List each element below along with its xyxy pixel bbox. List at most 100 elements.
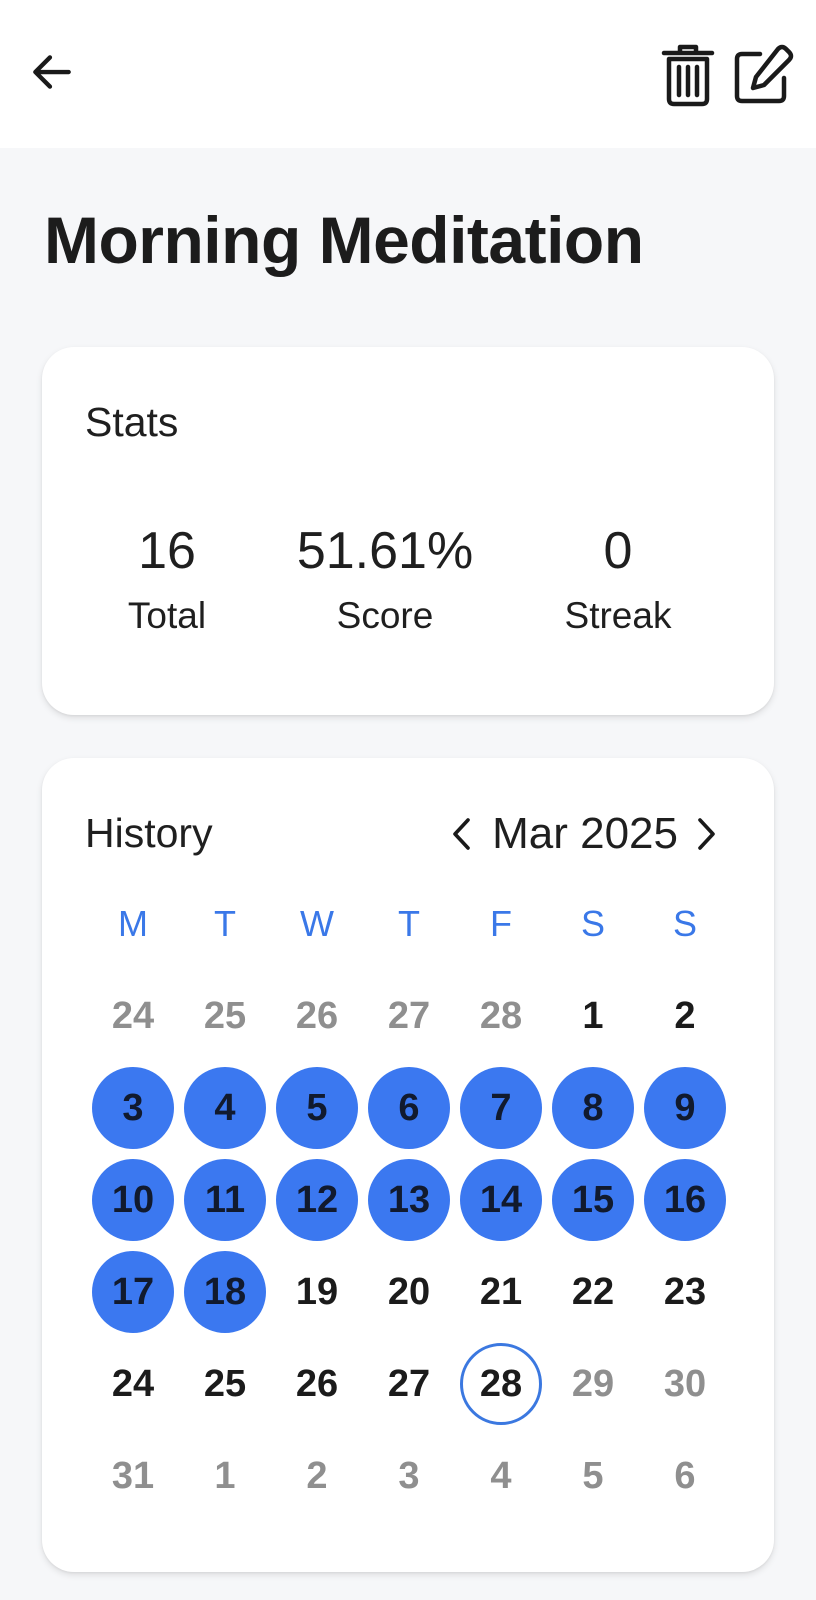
back-button[interactable] xyxy=(20,40,84,104)
calendar-cell: 6 xyxy=(639,1430,731,1522)
stat-total: 16 Total xyxy=(47,519,287,639)
calendar-day-outside[interactable]: 24 xyxy=(92,975,174,1057)
calendar-day[interactable]: 20 xyxy=(368,1251,450,1333)
calendar-day[interactable]: 21 xyxy=(460,1251,542,1333)
calendar-day-completed[interactable]: 6 xyxy=(368,1067,450,1149)
calendar-cell: 21 xyxy=(455,1246,547,1338)
weekday-label: S xyxy=(580,903,605,944)
stats-title: Stats xyxy=(85,399,179,445)
calendar-cell: 4 xyxy=(455,1430,547,1522)
weekday-label: S xyxy=(672,903,697,944)
calendar-day[interactable]: 24 xyxy=(92,1343,174,1425)
stat-score: 51.61% Score xyxy=(265,519,505,639)
weekday-label: W xyxy=(300,903,334,944)
delete-button[interactable] xyxy=(656,40,720,110)
calendar-day[interactable]: 27 xyxy=(368,1343,450,1425)
calendar-cell: 1 xyxy=(547,970,639,1062)
chevron-left-icon xyxy=(453,818,470,850)
calendar-cell: 9 xyxy=(639,1062,731,1154)
calendar-cell: 10 xyxy=(87,1154,179,1246)
calendar-day[interactable]: 2 xyxy=(644,975,726,1057)
calendar-day-outside[interactable]: 3 xyxy=(368,1435,450,1517)
calendar-day-completed[interactable]: 5 xyxy=(276,1067,358,1149)
calendar-cell: 28 xyxy=(455,1338,547,1430)
edit-button[interactable] xyxy=(728,40,798,110)
month-label: Mar 2025 xyxy=(492,809,678,858)
calendar-day-completed[interactable]: 18 xyxy=(184,1251,266,1333)
calendar-cell: 12 xyxy=(271,1154,363,1246)
calendar-cell: 1 xyxy=(179,1430,271,1522)
weekday-label: T xyxy=(398,903,420,944)
calendar-day[interactable]: 22 xyxy=(552,1251,634,1333)
weekday-label: T xyxy=(214,903,236,944)
weekday-label: F xyxy=(490,903,512,944)
calendar-day-completed[interactable]: 8 xyxy=(552,1067,634,1149)
stat-value: 51.61% xyxy=(296,522,474,580)
weekday-label: M xyxy=(118,903,148,944)
month-navigator: Mar 2025 xyxy=(444,806,724,862)
calendar-day-outside[interactable]: 26 xyxy=(276,975,358,1057)
calendar-day-outside[interactable]: 30 xyxy=(644,1343,726,1425)
stats-card: Stats 16 Total 51.61% Score 0 Streak xyxy=(42,347,774,715)
calendar-day-outside[interactable]: 29 xyxy=(552,1343,634,1425)
calendar-cell: 11 xyxy=(179,1154,271,1246)
calendar-day-completed[interactable]: 17 xyxy=(92,1251,174,1333)
calendar-week-row: 10 11 12 13 14 15 16 xyxy=(87,1154,731,1246)
calendar-cell: 13 xyxy=(363,1154,455,1246)
calendar-day-completed[interactable]: 10 xyxy=(92,1159,174,1241)
calendar-day-today[interactable]: 28 xyxy=(460,1343,542,1425)
edit-icon xyxy=(734,44,794,104)
calendar-cell: 30 xyxy=(639,1338,731,1430)
calendar-cell: 29 xyxy=(547,1338,639,1430)
calendar-day-outside[interactable]: 25 xyxy=(184,975,266,1057)
calendar-cell: 31 xyxy=(87,1430,179,1522)
stat-value: 16 xyxy=(138,522,196,580)
stat-label: Streak xyxy=(564,595,672,636)
calendar-day[interactable]: 1 xyxy=(552,975,634,1057)
stat-label: Total xyxy=(127,595,207,636)
calendar-cell: 27 xyxy=(363,1338,455,1430)
calendar-cell: 5 xyxy=(271,1062,363,1154)
calendar-day[interactable]: 19 xyxy=(276,1251,358,1333)
calendar-day-completed[interactable]: 9 xyxy=(644,1067,726,1149)
calendar-cell: 14 xyxy=(455,1154,547,1246)
calendar-day[interactable]: 25 xyxy=(184,1343,266,1425)
calendar-day-outside[interactable]: 6 xyxy=(644,1435,726,1517)
calendar-cell: 15 xyxy=(547,1154,639,1246)
calendar-day-completed[interactable]: 7 xyxy=(460,1067,542,1149)
calendar-cell: 23 xyxy=(639,1246,731,1338)
calendar-day-completed[interactable]: 12 xyxy=(276,1159,358,1241)
calendar-day-outside[interactable]: 2 xyxy=(276,1435,358,1517)
calendar-day-outside[interactable]: 5 xyxy=(552,1435,634,1517)
calendar-cell: 25 xyxy=(179,1338,271,1430)
calendar-week-row: 17 18 19 20 21 22 23 xyxy=(87,1246,731,1338)
calendar-day[interactable]: 26 xyxy=(276,1343,358,1425)
arrow-left-icon xyxy=(33,55,71,89)
calendar-day-outside[interactable]: 4 xyxy=(460,1435,542,1517)
calendar-cell: 24 xyxy=(87,1338,179,1430)
calendar-day-outside[interactable]: 27 xyxy=(368,975,450,1057)
calendar-cell: 2 xyxy=(271,1430,363,1522)
calendar-day-completed[interactable]: 13 xyxy=(368,1159,450,1241)
calendar-cell: 4 xyxy=(179,1062,271,1154)
weekday-header: M T W T F S S xyxy=(87,878,731,970)
stat-streak: 0 Streak xyxy=(498,519,738,639)
calendar-day-completed[interactable]: 3 xyxy=(92,1067,174,1149)
calendar-day-outside[interactable]: 1 xyxy=(184,1435,266,1517)
calendar-day-completed[interactable]: 4 xyxy=(184,1067,266,1149)
calendar-cell: 3 xyxy=(363,1430,455,1522)
calendar-cell: 20 xyxy=(363,1246,455,1338)
calendar-week-row: 31 1 2 3 4 5 6 xyxy=(87,1430,731,1522)
calendar-day-outside[interactable]: 28 xyxy=(460,975,542,1057)
calendar-cell: 3 xyxy=(87,1062,179,1154)
stat-label: Score xyxy=(336,595,434,636)
prev-month-button[interactable] xyxy=(444,810,478,858)
calendar-day[interactable]: 23 xyxy=(644,1251,726,1333)
calendar-day-completed[interactable]: 14 xyxy=(460,1159,542,1241)
calendar-day-completed[interactable]: 16 xyxy=(644,1159,726,1241)
calendar-day-completed[interactable]: 15 xyxy=(552,1159,634,1241)
calendar-cell: 8 xyxy=(547,1062,639,1154)
calendar-day-outside[interactable]: 31 xyxy=(92,1435,174,1517)
calendar-day-completed[interactable]: 11 xyxy=(184,1159,266,1241)
next-month-button[interactable] xyxy=(690,810,724,858)
